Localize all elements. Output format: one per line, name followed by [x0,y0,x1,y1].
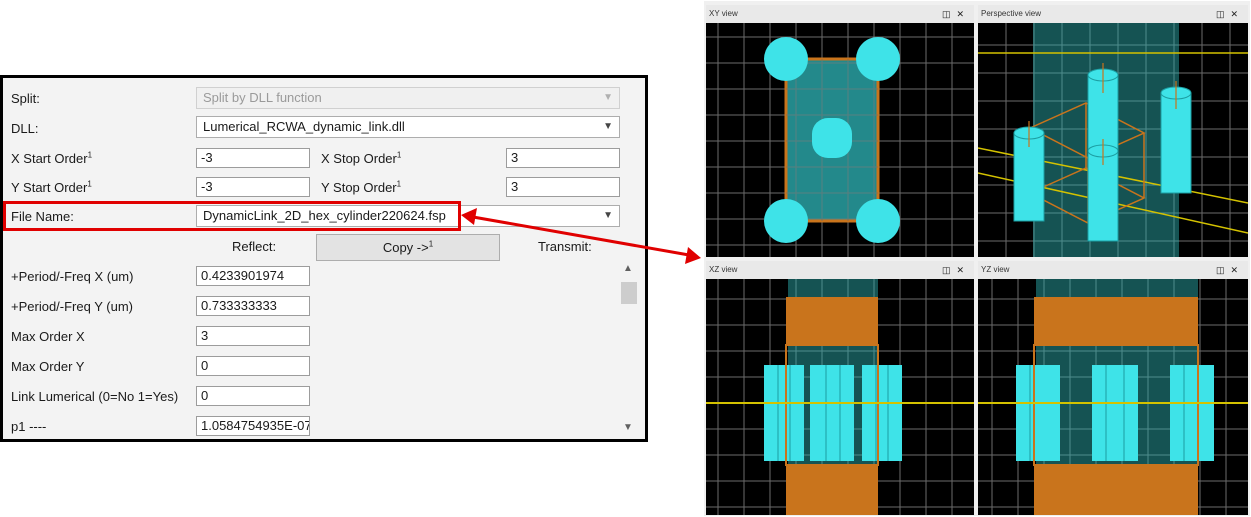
dll-dropdown[interactable]: Lumerical_RCWA_dynamic_link.dll ▼ [196,116,620,138]
param-label: Link Lumerical (0=No 1=Yes) [11,389,179,404]
perspective-view[interactable]: Perspective view ◫✕ [978,5,1248,257]
restore-window-icon[interactable]: ◫ [1216,265,1231,275]
xz-canvas [706,279,974,515]
xy-canvas [706,23,974,257]
param-input[interactable]: 0.4233901974 [196,266,310,286]
y-start-label: Y Start Order1 [11,179,92,195]
param-label: p1 ---- [11,419,47,434]
scrollbar-thumb[interactable] [621,282,637,304]
xy-view[interactable]: XY view ◫✕ [706,5,974,257]
y-start-input[interactable]: -3 [196,177,310,197]
close-icon[interactable]: ✕ [956,9,970,19]
param-input[interactable]: 0.733333333 [196,296,310,316]
restore-window-icon[interactable]: ◫ [942,9,957,19]
view-title: XZ view [709,265,738,274]
chevron-down-icon[interactable]: ▼ [603,117,613,137]
file-name-value: DynamicLink_2D_hex_cylinder220624.fsp [203,208,446,223]
yz-canvas [978,279,1248,515]
dll-value: Lumerical_RCWA_dynamic_link.dll [203,119,405,134]
restore-window-icon[interactable]: ◫ [1216,9,1231,19]
x-start-label: X Start Order1 [11,150,93,166]
view-header: YZ view ◫✕ [978,261,1248,279]
view-header: XZ view ◫✕ [706,261,974,279]
vertical-scrollbar[interactable]: ▲ ▼ [617,261,641,435]
split-label: Split: [11,91,40,106]
view-header: XY view ◫✕ [706,5,974,23]
reflect-label: Reflect: [232,239,277,254]
close-icon[interactable]: ✕ [1230,265,1244,275]
dll-label: DLL: [11,121,39,136]
param-label: Max Order Y [11,359,85,374]
y-stop-label: Y Stop Order1 [321,179,402,195]
close-icon[interactable]: ✕ [956,265,970,275]
param-input[interactable]: 3 [196,326,310,346]
param-label: +Period/-Freq X (um) [11,269,134,284]
y-stop-input[interactable]: 3 [506,177,620,197]
chevron-down-icon[interactable]: ▼ [623,422,633,433]
param-label: Max Order X [11,329,85,344]
view-title: Perspective view [981,9,1042,18]
param-label: +Period/-Freq Y (um) [11,299,133,314]
chevron-down-icon: ▼ [603,92,613,103]
view-title: YZ view [981,265,1010,274]
param-input[interactable]: 0 [196,386,310,406]
file-name-label: File Name: [11,209,74,224]
perspective-canvas [978,23,1248,257]
yz-view[interactable]: YZ view ◫✕ [978,261,1248,515]
x-start-input[interactable]: -3 [196,148,310,168]
split-dropdown: Split by DLL function ▼ [196,87,620,109]
split-value: Split by DLL function [203,90,322,105]
double-arrow [461,208,701,264]
param-input[interactable]: 0 [196,356,310,376]
view-title: XY view [709,9,738,18]
param-input[interactable]: 1.0584754935E-07 [196,416,310,436]
close-icon[interactable]: ✕ [1230,9,1244,19]
view-grid: XY view ◫✕ Perspective view ◫✕ XZ view ◫… [704,1,1250,516]
x-stop-label: X Stop Order1 [321,150,402,166]
restore-window-icon[interactable]: ◫ [942,265,957,275]
x-stop-input[interactable]: 3 [506,148,620,168]
xz-view[interactable]: XZ view ◫✕ [706,261,974,515]
view-header: Perspective view ◫✕ [978,5,1248,23]
